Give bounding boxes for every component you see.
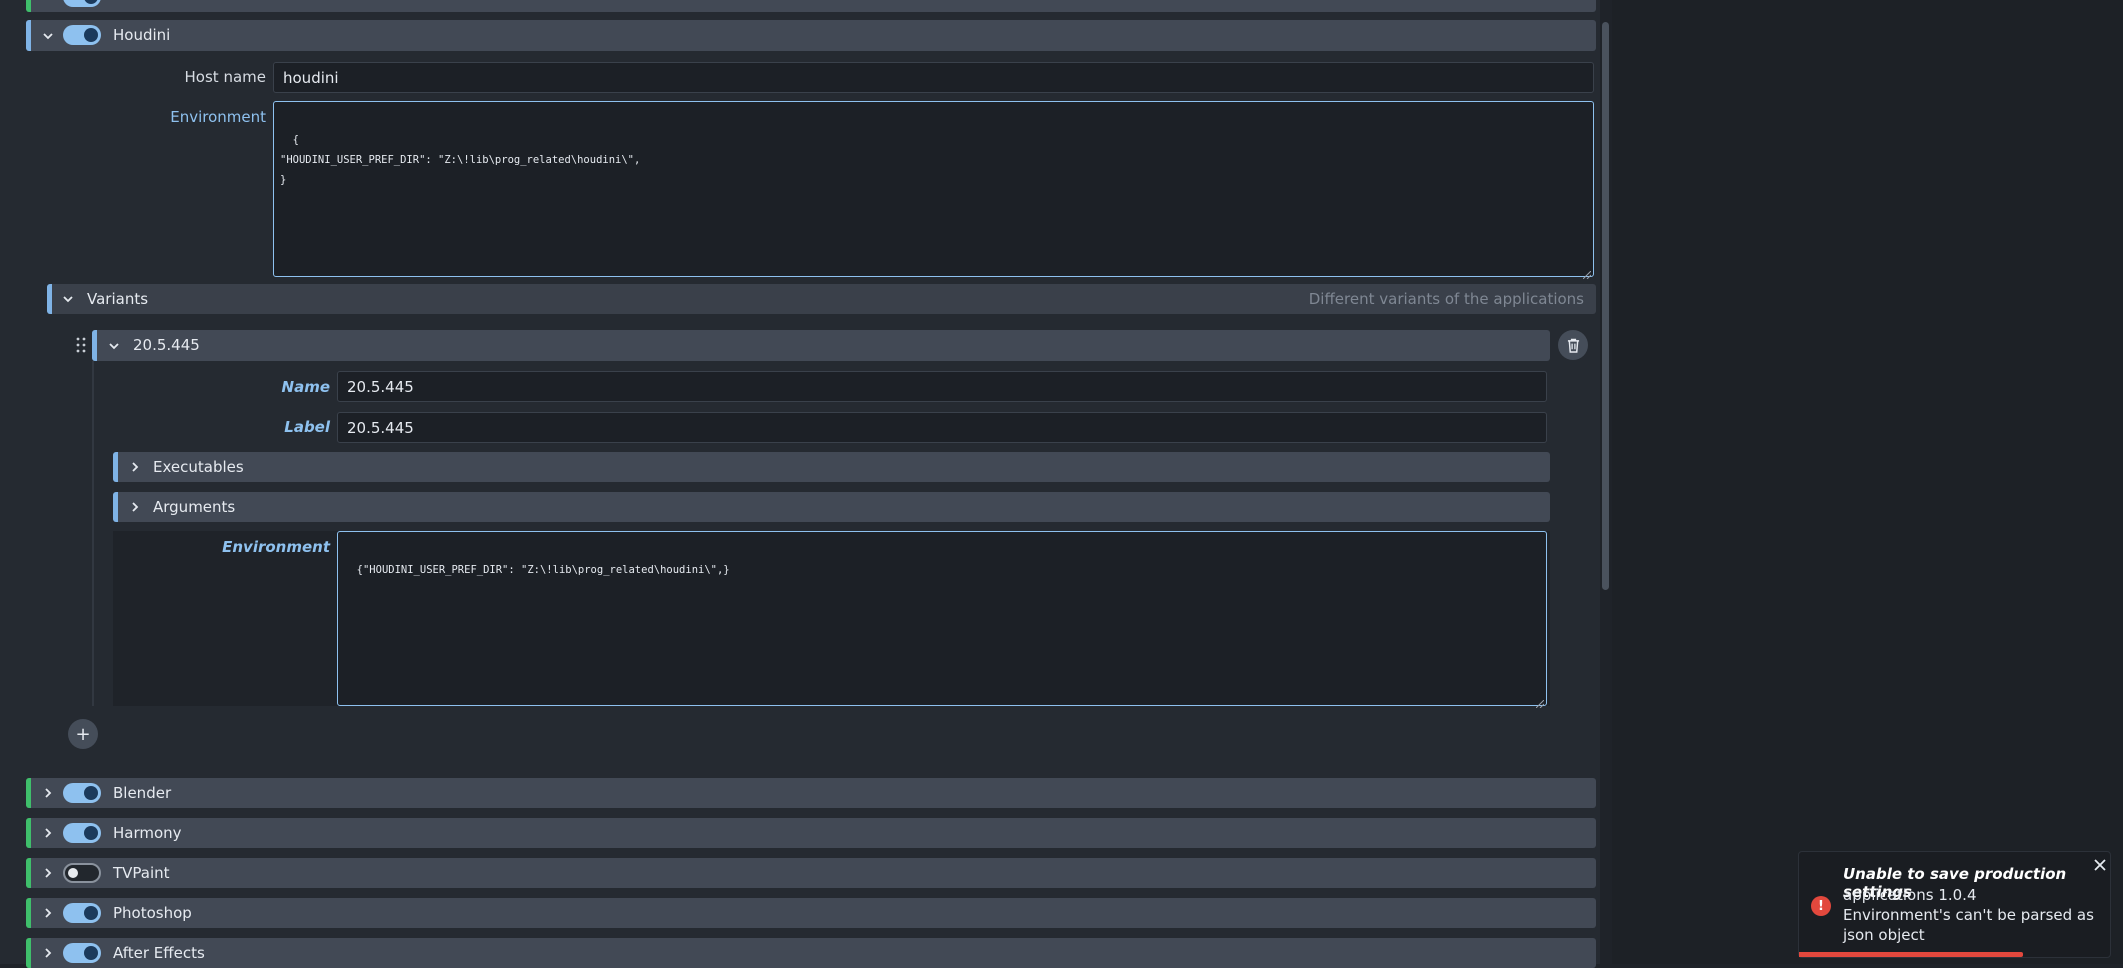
variant-name-input[interactable]: 20.5.445 xyxy=(337,371,1547,402)
app-label: Houdini xyxy=(113,26,171,44)
harmony-toggle[interactable] xyxy=(63,823,101,843)
after-effects-toggle[interactable] xyxy=(63,943,101,963)
variant-label-label: Label xyxy=(284,418,330,436)
error-icon-glyph: ! xyxy=(1818,898,1824,914)
variant-label-input[interactable]: 20.5.445 xyxy=(337,412,1547,443)
section-edge xyxy=(113,452,118,482)
variant-name-label: Name xyxy=(281,378,330,396)
toast-line-3: json object xyxy=(1843,926,1925,944)
chevron-right-icon[interactable] xyxy=(41,826,55,840)
variants-header[interactable]: Variants Different variants of the appli… xyxy=(47,284,1596,314)
photoshop-toggle[interactable] xyxy=(63,903,101,923)
environment-textarea[interactable]: { "HOUDINI_USER_PREF_DIR": "Z:\!lib\prog… xyxy=(273,101,1594,280)
drag-handle-icon[interactable] xyxy=(76,337,86,353)
resize-handle-icon[interactable] xyxy=(1535,695,1545,709)
chevron-right-icon[interactable] xyxy=(128,500,142,514)
variant-environment-textarea[interactable]: {"HOUDINI_USER_PREF_DIR": "Z:\!lib\prog_… xyxy=(337,531,1547,709)
variants-label: Variants xyxy=(87,290,149,308)
toast-progress-bar xyxy=(1799,952,2023,957)
add-variant-button[interactable]: + xyxy=(68,719,98,749)
app-row-blender[interactable]: Blender xyxy=(26,778,1596,808)
expanded-edge xyxy=(47,284,52,314)
enabled-edge xyxy=(26,858,31,888)
arguments-section[interactable]: Arguments xyxy=(113,492,1550,522)
expanded-edge xyxy=(26,20,31,51)
chevron-right-icon[interactable] xyxy=(41,946,55,960)
app-label: Blender xyxy=(113,784,172,802)
enabled-edge xyxy=(26,818,31,848)
environment-value: { "HOUDINI_USER_PREF_DIR": "Z:\!lib\prog… xyxy=(280,134,641,186)
variant-name-value: 20.5.445 xyxy=(347,377,414,396)
app-row-photoshop[interactable]: Photoshop xyxy=(26,898,1596,928)
blender-toggle[interactable] xyxy=(63,783,101,803)
executables-section[interactable]: Executables xyxy=(113,452,1550,482)
variant-title: 20.5.445 xyxy=(133,336,200,354)
expanded-edge xyxy=(92,330,97,361)
app-row-houdini[interactable]: Houdini xyxy=(26,20,1596,51)
chevron-down-icon[interactable] xyxy=(61,292,75,306)
enabled-edge xyxy=(26,0,31,12)
variant-environment-label: Environment xyxy=(222,538,330,556)
app-label: TVPaint xyxy=(113,864,170,882)
toast-line-1: applications 1.0.4 xyxy=(1843,886,1977,904)
toast-line-2: Environment's can't be parsed as xyxy=(1843,906,2094,924)
app-row-harmony[interactable]: Harmony xyxy=(26,818,1596,848)
variants-description: Different variants of the applications xyxy=(1308,290,1584,308)
variant-header[interactable]: 20.5.445 xyxy=(92,330,1550,361)
houdini-toggle[interactable] xyxy=(63,25,101,45)
right-pane xyxy=(1612,0,2123,964)
chevron-right-icon[interactable] xyxy=(41,786,55,800)
app-label: Photoshop xyxy=(113,904,192,922)
error-toast: ! Unable to save production settings app… xyxy=(1798,851,2111,958)
trash-icon xyxy=(1567,338,1579,353)
variant-label-value: 20.5.445 xyxy=(347,418,414,437)
variant-environment-value: {"HOUDINI_USER_PREF_DIR": "Z:\!lib\prog_… xyxy=(356,564,730,576)
host-name-input[interactable]: houdini xyxy=(273,62,1594,93)
app-label: Harmony xyxy=(113,824,182,842)
chevron-right-icon[interactable] xyxy=(41,906,55,920)
chevron-down-icon[interactable] xyxy=(107,339,121,353)
app-row-previous[interactable] xyxy=(26,0,1596,12)
host-name-value: houdini xyxy=(283,68,339,87)
variant-body xyxy=(92,361,94,706)
app-row-tvpaint[interactable]: TVPaint xyxy=(26,858,1596,888)
section-edge xyxy=(113,492,118,522)
enabled-edge xyxy=(26,778,31,808)
scrollbar-thumb[interactable] xyxy=(1602,22,1609,590)
enabled-edge xyxy=(26,898,31,928)
close-icon[interactable] xyxy=(2093,857,2107,871)
resize-handle-icon[interactable] xyxy=(1582,266,1592,280)
app-label: After Effects xyxy=(113,944,205,962)
chevron-down-icon[interactable] xyxy=(41,29,55,43)
host-name-label: Host name xyxy=(184,68,266,86)
chevron-right-icon[interactable] xyxy=(128,460,142,474)
error-icon: ! xyxy=(1811,896,1831,916)
app-toggle[interactable] xyxy=(63,0,101,7)
arguments-label: Arguments xyxy=(153,498,236,516)
delete-variant-button[interactable] xyxy=(1558,330,1588,360)
executables-label: Executables xyxy=(153,458,244,476)
tvpaint-toggle[interactable] xyxy=(63,863,101,883)
chevron-right-icon[interactable] xyxy=(41,866,55,880)
environment-label: Environment xyxy=(170,108,266,126)
add-icon: + xyxy=(75,723,91,745)
